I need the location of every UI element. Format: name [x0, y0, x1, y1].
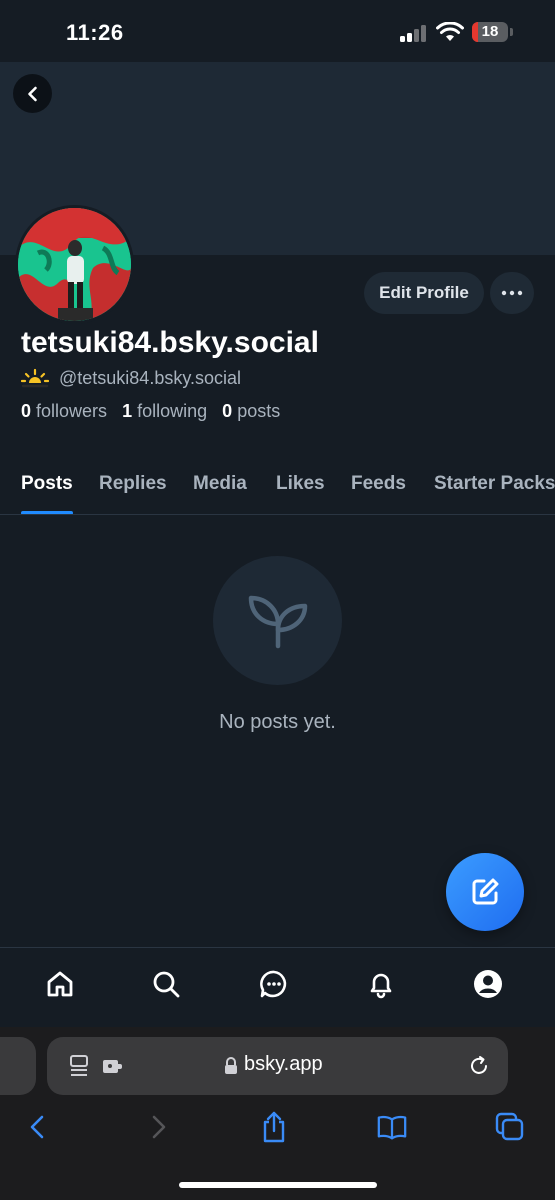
chevron-left-icon: [27, 86, 37, 101]
empty-state-text: No posts yet.: [219, 711, 336, 733]
tab-likes[interactable]: Likes: [276, 473, 325, 495]
avatar-image: [18, 208, 131, 321]
status-time: 11:26: [66, 20, 124, 45]
tab-media[interactable]: Media: [193, 473, 247, 495]
book-icon: [377, 1115, 407, 1140]
display-name: tetsuki84.bsky.social: [21, 326, 319, 359]
compose-button[interactable]: [446, 853, 524, 931]
cellular-signal-icon: [400, 24, 428, 42]
profile-stats: 0 followers 1 following 0 posts: [21, 401, 280, 422]
followers-link[interactable]: 0 followers: [21, 401, 107, 421]
posts-stat: 0 posts: [222, 401, 280, 421]
profile-handle: @tetsuki84.bsky.social: [59, 367, 242, 388]
nav-home[interactable]: [42, 966, 78, 1002]
active-tab-indicator: [21, 511, 73, 514]
lock-icon: [225, 1057, 237, 1074]
url-text: bsky.app: [244, 1053, 323, 1075]
tab-feeds[interactable]: Feeds: [351, 473, 406, 495]
extension-icon: [103, 1060, 122, 1073]
tab-posts[interactable]: Posts: [21, 473, 73, 495]
tab-starter-packs[interactable]: Starter Packs: [434, 473, 555, 495]
sunrise-icon: [21, 368, 49, 388]
tabs-button[interactable]: [494, 1111, 526, 1143]
battery-icon: 18: [472, 22, 508, 42]
profile-tabs: Posts Replies Media Likes Feeds Starter …: [0, 455, 555, 515]
following-label: following: [137, 401, 208, 421]
ellipsis-icon: [501, 290, 523, 296]
home-icon: [47, 971, 73, 997]
compose-icon: [472, 878, 499, 905]
nav-chat[interactable]: [256, 966, 292, 1002]
browser-back-button[interactable]: [22, 1111, 54, 1143]
share-icon: [263, 1111, 285, 1143]
home-indicator: [179, 1182, 377, 1188]
browser-toolbar: bsky.app: [0, 1027, 555, 1200]
handle-row: @tetsuki84.bsky.social: [21, 366, 241, 390]
sprout-icon: [248, 595, 307, 648]
search-icon: [153, 971, 180, 998]
share-button[interactable]: [258, 1111, 290, 1143]
wifi-icon: [436, 22, 464, 41]
bell-icon: [370, 973, 392, 999]
chevron-right-icon: [152, 1115, 166, 1139]
back-button[interactable]: [13, 74, 52, 113]
edit-profile-button[interactable]: Edit Profile: [364, 272, 484, 314]
battery-tip: [510, 28, 513, 36]
empty-state-icon: [213, 556, 342, 685]
tab-replies[interactable]: Replies: [99, 473, 167, 495]
browser-forward-button[interactable]: [142, 1111, 174, 1143]
followers-label: followers: [36, 401, 108, 421]
status-bar: 11:26 18: [0, 0, 555, 62]
chat-icon: [260, 970, 287, 998]
reload-icon[interactable]: [468, 1055, 490, 1077]
nav-notifications[interactable]: [363, 966, 399, 1002]
avatar[interactable]: [15, 205, 134, 324]
posts-count: 0: [222, 401, 233, 421]
chevron-left-icon: [30, 1115, 44, 1139]
following-link[interactable]: 1 following: [122, 401, 207, 421]
bottom-nav: [0, 947, 555, 1027]
more-options-button[interactable]: [490, 272, 534, 314]
profile-icon: [474, 970, 502, 998]
posts-label: posts: [237, 401, 281, 421]
followers-count: 0: [21, 401, 32, 421]
battery-level: 18: [481, 23, 499, 40]
reader-icon: [70, 1055, 88, 1076]
bookmarks-button[interactable]: [376, 1111, 408, 1143]
previous-tab-preview[interactable]: [0, 1037, 36, 1095]
nav-search[interactable]: [148, 966, 184, 1002]
nav-profile[interactable]: [470, 966, 506, 1002]
following-count: 1: [122, 401, 133, 421]
address-bar[interactable]: bsky.app: [47, 1037, 508, 1095]
tabs-icon: [495, 1112, 524, 1141]
